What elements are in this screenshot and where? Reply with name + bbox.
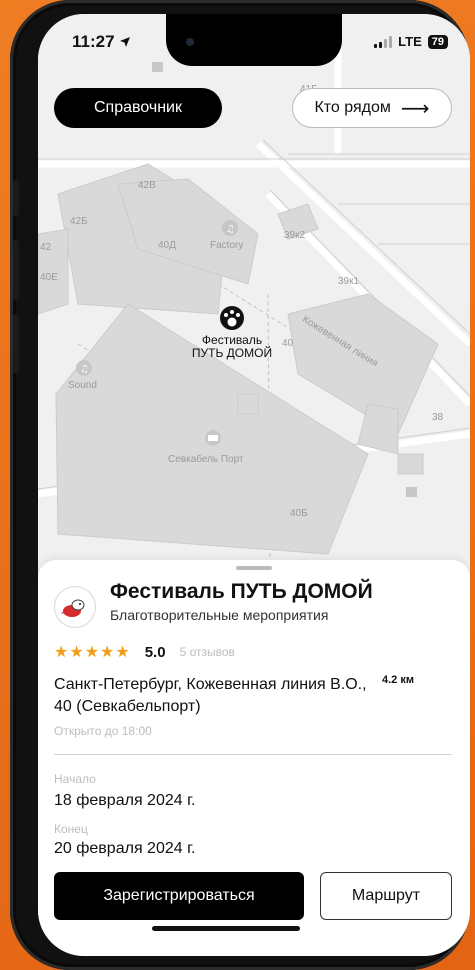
camera <box>186 38 194 46</box>
map-label-42: 42 <box>40 242 52 253</box>
map-label-38: 38 <box>432 412 444 423</box>
opening-hours: Открыто до 18:00 <box>54 724 152 738</box>
directory-button[interactable]: Справочник <box>54 88 222 128</box>
place-card: Фестиваль ПУТЬ ДОМОЙ Благотворительные м… <box>38 560 470 956</box>
svg-text:♫: ♫ <box>226 224 235 235</box>
status-indicators: LTE 79 <box>374 34 448 49</box>
reviews-count[interactable]: 5 отзывов <box>180 645 235 659</box>
star-rating-icon: ★★★★★ <box>54 644 131 661</box>
battery-icon: 79 <box>427 34 448 49</box>
side-button <box>13 180 19 216</box>
map-label-40d: 40Д <box>158 240 176 251</box>
start-date: 18 февраля 2024 г. <box>54 792 196 809</box>
home-indicator[interactable] <box>152 926 300 931</box>
status-time: 11:27 <box>72 32 131 52</box>
network-type: LTE <box>398 34 422 49</box>
route-button[interactable]: Маршрут <box>320 872 452 920</box>
place-category: Благотворительные мероприятия <box>110 607 329 623</box>
distance: 4.2 км <box>382 674 414 686</box>
map-label-sevkabel: Севкабель Порт <box>168 454 244 465</box>
rating-score: 5.0 <box>144 643 166 661</box>
dog-logo-icon <box>61 599 85 617</box>
place-title: Фестиваль ПУТЬ ДОМОЙ <box>110 580 373 603</box>
start-label: Начало <box>54 772 96 786</box>
map-label-39k1: 39к1 <box>338 276 360 287</box>
status-time-text: 11:27 <box>72 32 115 51</box>
volume-down-button <box>13 314 19 374</box>
map-label-40b: 40Б <box>290 508 308 519</box>
location-arrow-icon <box>119 37 130 47</box>
phone-frame: ♫ ♫ 41Б 42В 42Б 42 40Д 40Е 39к2 39к1 40 … <box>10 0 470 970</box>
map-pin-label-line2: ПУТЬ ДОМОЙ <box>191 346 273 360</box>
end-date: 20 февраля 2024 г. <box>54 840 196 857</box>
volume-up-button <box>13 240 19 300</box>
end-label: Конец <box>54 822 88 836</box>
map-label-42v: 42В <box>138 180 156 191</box>
map-label-sound: Sound <box>68 380 97 391</box>
nearby-button[interactable]: Кто рядом ⟶ <box>292 88 452 128</box>
place-address: Санкт-Петербург, Кожевенная линия В.О., … <box>54 676 367 715</box>
map-pin-label[interactable]: Фестиваль ПУТЬ ДОМОЙ <box>172 334 292 360</box>
divider <box>54 754 452 755</box>
organization-logo <box>54 586 96 628</box>
rating-row[interactable]: ★★★★★ 5.0 5 отзывов <box>54 642 235 662</box>
map-label-factory: Factory <box>210 240 244 251</box>
arrow-right-icon: ⟶ <box>400 97 430 120</box>
map-label-40e: 40Е <box>40 272 58 283</box>
map-label-39k2: 39к2 <box>284 230 306 241</box>
signal-icon <box>374 35 393 48</box>
sheet-handle[interactable] <box>236 566 272 570</box>
register-button[interactable]: Зарегистрироваться <box>54 872 304 920</box>
svg-text:♫: ♫ <box>80 364 89 375</box>
screen: ♫ ♫ 41Б 42В 42Б 42 40Д 40Е 39к2 39к1 40 … <box>38 14 470 956</box>
nearby-button-label: Кто рядом <box>314 99 391 116</box>
map-label-42b: 42Б <box>70 216 88 227</box>
